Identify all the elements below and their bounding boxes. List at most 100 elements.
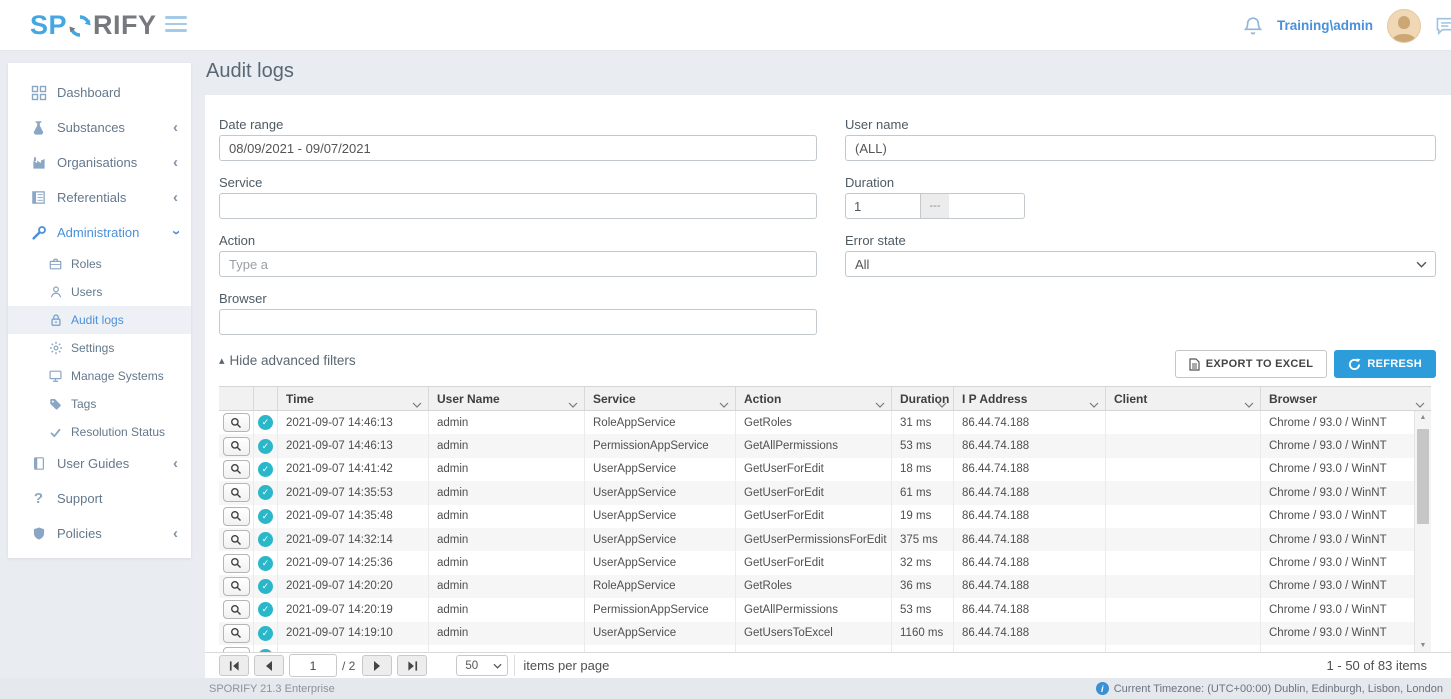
cell-time: 2021-09-07 14:41:42 xyxy=(278,458,429,481)
column-label: Browser xyxy=(1269,392,1317,406)
browser-input[interactable] xyxy=(219,309,817,335)
refresh-button[interactable]: REFRESH xyxy=(1334,350,1436,378)
notifications-bell-icon[interactable] xyxy=(1243,15,1263,37)
previous-page-button[interactable] xyxy=(254,655,284,676)
column-menu-chevron-icon[interactable] xyxy=(875,397,885,410)
column-header-time[interactable]: Time xyxy=(278,387,429,410)
sidebar-item-referentials[interactable]: Referentials‹ xyxy=(8,180,191,215)
sidebar-item-resolution-status[interactable]: Resolution Status xyxy=(8,418,191,446)
column-menu-chevron-icon[interactable] xyxy=(719,397,729,410)
sidebar-item-user-guides[interactable]: User Guides‹ xyxy=(8,446,191,481)
column-header-action[interactable]: Action xyxy=(736,387,892,410)
cell-duration: 53 ms xyxy=(892,598,954,621)
table-vertical-scrollbar[interactable]: ▲ ▼ xyxy=(1414,411,1431,652)
duration-from-input[interactable] xyxy=(845,193,921,219)
current-user-label[interactable]: Training\admin xyxy=(1277,18,1373,33)
export-to-excel-button[interactable]: EXPORT TO EXCEL xyxy=(1175,350,1328,378)
cell-client xyxy=(1106,458,1261,481)
column-header-client[interactable]: Client xyxy=(1106,387,1261,410)
cell-action: GetAllPermissions xyxy=(736,598,892,621)
cell-client xyxy=(1106,645,1261,652)
success-check-icon: ✓ xyxy=(258,556,273,571)
column-menu-chevron-icon[interactable] xyxy=(568,397,578,410)
view-details-button[interactable] xyxy=(223,483,250,502)
cell-user-name: admin xyxy=(429,411,585,434)
sidebar-item-dashboard[interactable]: Dashboard xyxy=(8,75,191,110)
cell-time: 2021-09-07 14:32:14 xyxy=(278,528,429,551)
user-name-input[interactable] xyxy=(845,135,1436,161)
column-menu-chevron-icon[interactable] xyxy=(412,397,422,410)
cell-browser: Chrome / 93.0 / WinNT xyxy=(1261,598,1414,621)
cell-user-name: admin xyxy=(429,551,585,574)
view-details-button[interactable] xyxy=(223,600,250,619)
hide-advanced-filters-link[interactable]: ▴ Hide advanced filters xyxy=(219,353,356,368)
sidebar-item-organisations[interactable]: Organisations‹ xyxy=(8,145,191,180)
column-menu-chevron-icon[interactable] xyxy=(1244,397,1254,410)
table-row: ✓2021-09-07 14:46:13adminPermissionAppSe… xyxy=(219,434,1414,457)
view-details-button[interactable] xyxy=(223,624,250,643)
view-details-button[interactable] xyxy=(223,577,250,596)
user-icon xyxy=(48,285,63,300)
chevron-left-icon: ‹ xyxy=(173,456,178,471)
sidebar-item-settings[interactable]: Settings xyxy=(8,334,191,362)
date-range-input[interactable] xyxy=(219,135,817,161)
view-details-button[interactable] xyxy=(223,530,250,549)
chevron-left-icon: ‹ xyxy=(173,120,178,135)
row-actions-cell xyxy=(219,528,254,551)
chevron-left-icon: ‹ xyxy=(173,155,178,170)
column-header-user-name[interactable]: User Name xyxy=(429,387,585,410)
success-check-icon: ✓ xyxy=(258,626,273,641)
view-details-button[interactable] xyxy=(223,507,250,526)
sidebar-item-support[interactable]: ?Support xyxy=(8,481,191,516)
sidebar-item-manage-systems[interactable]: Manage Systems xyxy=(8,362,191,390)
cell-time: 2021-09-07 14:20:19 xyxy=(278,598,429,621)
column-header-browser[interactable]: Browser xyxy=(1261,387,1431,410)
view-details-button[interactable] xyxy=(223,413,250,432)
view-details-button[interactable] xyxy=(223,460,250,479)
first-page-button[interactable] xyxy=(219,655,249,676)
success-check-icon: ✓ xyxy=(258,439,273,454)
date-range-label: Date range xyxy=(219,117,283,132)
sidebar-item-tags[interactable]: Tags xyxy=(8,390,191,418)
column-header-duration[interactable]: Duration xyxy=(892,387,954,410)
chat-icon[interactable] xyxy=(1435,16,1451,36)
view-details-button[interactable] xyxy=(223,437,250,456)
row-actions-cell xyxy=(219,551,254,574)
row-actions-cell xyxy=(219,622,254,645)
column-header-service[interactable]: Service xyxy=(585,387,736,410)
sidebar-item-roles[interactable]: Roles xyxy=(8,250,191,278)
page-number-input[interactable] xyxy=(289,654,337,677)
error-state-select[interactable]: All xyxy=(845,251,1436,277)
column-header-i-p-address[interactable]: I P Address xyxy=(954,387,1106,410)
menu-toggle-icon[interactable] xyxy=(165,16,187,34)
cell-action: GetUserForEdit xyxy=(736,505,892,528)
column-menu-chevron-icon[interactable] xyxy=(1415,397,1425,410)
cell-action: GetUserForEdit xyxy=(736,551,892,574)
page-size-select[interactable]: 50 xyxy=(456,655,508,676)
sidebar-item-audit-logs[interactable]: Audit logs xyxy=(8,306,191,334)
cell-browser: Chrome / 93.0 / WinNT xyxy=(1261,505,1414,528)
view-details-button[interactable] xyxy=(223,554,250,573)
scrollbar-thumb[interactable] xyxy=(1417,429,1429,524)
sidebar-item-substances[interactable]: Substances‹ xyxy=(8,110,191,145)
cell-time: 2021-09-07 14:19:10 xyxy=(278,622,429,645)
column-menu-chevron-icon[interactable] xyxy=(1089,397,1099,410)
user-avatar[interactable] xyxy=(1387,9,1421,43)
duration-range-group: --- xyxy=(845,193,1025,219)
action-input[interactable] xyxy=(219,251,817,277)
scroll-down-icon[interactable]: ▼ xyxy=(1415,642,1431,649)
audit-logs-table: Time User NameServiceActionDurationI P Ad… xyxy=(219,386,1431,652)
next-page-button[interactable] xyxy=(362,655,392,676)
service-input[interactable] xyxy=(219,193,817,219)
sidebar-item-users[interactable]: Users xyxy=(8,278,191,306)
column-menu-chevron-icon[interactable] xyxy=(937,397,947,410)
sidebar-item-policies[interactable]: Policies‹ xyxy=(8,516,191,551)
scroll-up-icon[interactable]: ▲ xyxy=(1415,414,1431,421)
cell-browser: Chrome / 93.0 / WinNT xyxy=(1261,481,1414,504)
user-name-label: User name xyxy=(845,117,909,132)
sidebar-item-administration[interactable]: Administration‹ xyxy=(8,215,191,250)
last-page-button[interactable] xyxy=(397,655,427,676)
column-label: Time xyxy=(286,392,314,406)
organisation-icon xyxy=(30,154,47,171)
duration-to-input[interactable] xyxy=(949,193,1025,219)
